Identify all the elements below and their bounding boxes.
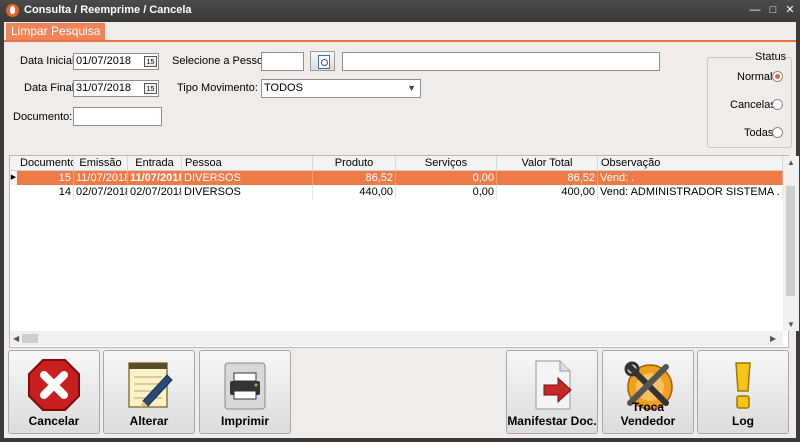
cell-servicos: 0,00 — [396, 171, 497, 185]
data-inicial-label: Data Inicial: — [20, 55, 78, 67]
cell-documento: 14 — [17, 185, 74, 199]
column-header[interactable]: Observação — [598, 156, 783, 170]
log-button[interactable]: Log — [697, 350, 789, 434]
cell-produto: 86,52 — [313, 171, 396, 185]
document-arrow-icon — [535, 360, 572, 410]
minimize-icon[interactable]: — — [748, 3, 762, 17]
tipo-movimento-label: Tipo Movimento: — [177, 82, 258, 94]
window-title: Consulta / Reemprime / Cancela — [24, 4, 192, 16]
cell-valor-total: 400,00 — [497, 185, 598, 199]
calendar-icon[interactable]: 15 — [144, 83, 157, 94]
status-cancelas-label: Cancelas — [730, 99, 776, 111]
magnifier-icon — [321, 59, 328, 66]
cell-entrada: 11/07/2018 — [130, 171, 182, 185]
scroll-right-icon[interactable]: ▶ — [770, 334, 776, 343]
status-normal-radio[interactable] — [772, 71, 783, 82]
vertical-scrollbar[interactable]: ▲ ▼ — [783, 156, 799, 331]
notepad-pencil-icon — [128, 362, 173, 408]
search-pessoa-button[interactable] — [310, 51, 335, 71]
cell-documento: 15 — [17, 171, 74, 185]
horizontal-scrollbar[interactable]: ◀ ▶ — [10, 331, 783, 346]
status-cancelas-radio[interactable] — [772, 99, 783, 110]
scroll-left-icon[interactable]: ◀ — [13, 334, 19, 343]
cell-observacao: Vend: ADMINISTRADOR SISTEMA . — [598, 185, 783, 199]
status-todas-label: Todas — [744, 127, 774, 139]
column-header[interactable]: Documento — [17, 156, 74, 170]
scroll-up-icon[interactable]: ▲ — [787, 158, 795, 167]
manifestar-doc-button[interactable]: Manifestar Doc. — [506, 350, 598, 434]
cell-emissao: 02/07/2018 — [76, 185, 128, 199]
cell-entrada: 02/07/2018 — [130, 185, 182, 199]
cell-pessoa: DIVERSOS — [182, 185, 313, 199]
column-header[interactable]: Emissão — [74, 156, 128, 170]
alterar-button[interactable]: Alterar — [103, 350, 195, 434]
printer-icon — [224, 362, 266, 410]
status-title: Status — [754, 51, 788, 63]
column-header[interactable]: Produto — [313, 156, 396, 170]
cell-valor-total: 86,52 — [497, 171, 598, 185]
data-final-value: 31/07/2018 — [76, 82, 132, 94]
manifestar-label: Manifestar Doc. — [507, 414, 597, 428]
pessoa-name-field[interactable] — [342, 52, 660, 71]
horizontal-scroll-thumb[interactable] — [22, 334, 38, 343]
cell-pessoa: DIVERSOS — [182, 171, 313, 185]
cell-observacao: Vend: . — [598, 171, 783, 185]
calendar-icon[interactable]: 15 — [144, 56, 157, 67]
tipo-movimento-select[interactable]: TODOS ▼ — [261, 79, 421, 98]
imprimir-button[interactable]: Imprimir — [199, 350, 291, 434]
current-row-arrow-icon: ▶ — [10, 171, 17, 185]
table-row[interactable]: 14 02/07/2018 02/07/2018 DIVERSOS 440,00… — [10, 185, 783, 199]
scroll-down-icon[interactable]: ▼ — [787, 320, 795, 329]
maximize-icon[interactable]: □ — [766, 3, 780, 17]
cell-emissao: 11/07/2018 — [76, 171, 128, 185]
title-bar: Consulta / Reemprime / Cancela — □ ✕ — [0, 0, 800, 22]
chevron-down-icon: ▼ — [407, 83, 416, 93]
documento-field[interactable] — [73, 107, 162, 126]
pessoa-code-field[interactable] — [261, 52, 304, 71]
cell-produto: 440,00 — [313, 185, 396, 199]
column-header[interactable]: Entrada — [128, 156, 182, 170]
cell-servicos: 0,00 — [396, 185, 497, 199]
troca-vendedor-button[interactable]: Troca Vendedor — [602, 350, 694, 434]
close-icon[interactable]: ✕ — [783, 3, 797, 17]
action-bar: Cancelar Alterar Imprimir Manifestar Doc… — [4, 348, 796, 438]
table-row[interactable]: ▶ 15 11/07/2018 11/07/2018 DIVERSOS 86,5… — [10, 171, 783, 185]
results-grid: Documento Emissão Entrada Pessoa Produto… — [9, 155, 799, 348]
column-header[interactable]: Pessoa — [182, 156, 313, 170]
cancelar-label: Cancelar — [28, 414, 80, 428]
status-normal-label: Normal — [737, 71, 773, 83]
exclamation-icon — [735, 362, 751, 409]
column-header[interactable]: Valor Total — [497, 156, 598, 170]
tab-limpar-pesquisa[interactable]: Limpar Pesquisa — [6, 23, 106, 40]
cancel-x-icon — [28, 359, 80, 411]
window-content: Limpar Pesquisa Data Inicial: 01/07/2018… — [4, 22, 799, 438]
column-header[interactable]: Serviços — [396, 156, 497, 170]
vertical-scroll-thumb[interactable] — [786, 186, 795, 296]
cancelar-button[interactable]: Cancelar — [8, 350, 100, 434]
pessoa-label: Selecione a Pessoa: — [172, 55, 273, 67]
log-label: Log — [732, 414, 754, 428]
grid-header: Documento Emissão Entrada Pessoa Produto… — [10, 156, 783, 171]
main-window: Consulta / Reemprime / Cancela — □ ✕ Lim… — [0, 0, 800, 442]
documento-label: Documento: — [13, 111, 73, 123]
troca-vendedor-label: Troca Vendedor — [620, 400, 676, 428]
alterar-label: Alterar — [129, 414, 169, 428]
tipo-movimento-value: TODOS — [264, 82, 303, 94]
status-todas-radio[interactable] — [772, 127, 783, 138]
tab-bar: Limpar Pesquisa — [4, 22, 796, 42]
data-inicial-value: 01/07/2018 — [76, 55, 132, 67]
imprimir-label: Imprimir — [220, 414, 269, 428]
data-final-label: Data Final: — [24, 82, 78, 94]
app-flame-icon — [6, 4, 19, 17]
